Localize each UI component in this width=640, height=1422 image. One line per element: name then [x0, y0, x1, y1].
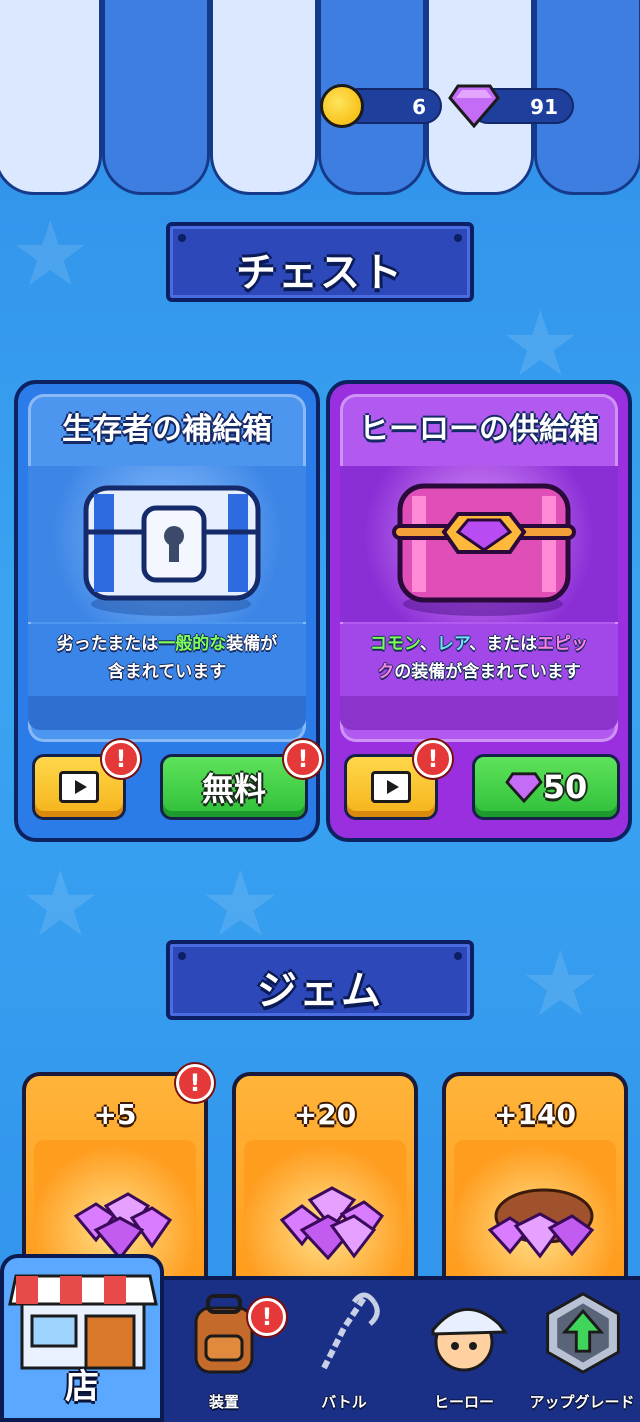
desc-text: 、: [419, 634, 437, 654]
gem-buy-button[interactable]: 50: [472, 754, 620, 820]
desc-highlight: ク: [377, 662, 395, 682]
card-footer-strip: [28, 696, 306, 730]
chest-art: [340, 466, 618, 622]
nav-tab-shop[interactable]: 店: [0, 1254, 164, 1422]
chest-art: [28, 466, 306, 622]
desc-highlight: コモン: [369, 634, 420, 654]
shop-icon: [8, 1274, 158, 1370]
nav-label: 店: [65, 1367, 99, 1407]
desc-text: 、または: [469, 634, 538, 654]
chests-section-title: チェスト: [166, 222, 474, 302]
star-decor-icon: ★: [520, 932, 601, 1037]
button-label: 50: [542, 768, 588, 806]
awning-stripe: [102, 0, 210, 195]
alert-badge: !: [414, 740, 452, 778]
purple-chest-icon: [392, 483, 576, 616]
gem-icon: [448, 84, 500, 128]
chest-description: 劣ったまたは一般的な装備が 含まれています: [28, 624, 306, 696]
gem-bag-icon: [487, 1188, 595, 1259]
desc-highlight: レア: [436, 634, 470, 654]
gem-icon: [505, 772, 543, 803]
awning-stripe: [210, 0, 318, 195]
hero-avatar-icon: [431, 1308, 508, 1372]
alert-badge: !: [248, 1298, 286, 1336]
desc-text: 装備が: [226, 634, 278, 654]
pack-amount: +20: [293, 1098, 357, 1131]
star-decor-icon: ★: [20, 852, 101, 957]
card-footer-strip: [340, 696, 618, 730]
chest-title: 生存者の補給箱: [62, 412, 272, 447]
gems-section-title: ジェム: [166, 940, 474, 1020]
gem-pile-icon: [279, 1186, 385, 1260]
alert-badge: !: [176, 1064, 214, 1102]
nav-label: アップグレード: [529, 1393, 635, 1411]
alert-badge: !: [284, 740, 322, 778]
gem-pile-icon: [73, 1192, 173, 1260]
pack-amount: +5: [93, 1098, 137, 1131]
nav-label: ヒーロー: [433, 1393, 494, 1411]
gem-pack-20[interactable]: +20: [232, 1072, 418, 1302]
desc-highlight: エピッ: [537, 634, 589, 654]
coin-count: 6: [412, 95, 426, 119]
gem-count: 91: [530, 95, 558, 119]
hero-chest-card[interactable]: ヒーローの供給箱 コモン、レア、またはエピッ クの装備が含まれています ! 50: [326, 380, 632, 842]
survivor-chest-card[interactable]: 生存者の補給箱 劣ったまたは一般的な装備が 含まれています ! 無料 !: [14, 380, 322, 842]
star-decor-icon: ★: [500, 292, 581, 397]
awning-stripe: [0, 0, 102, 195]
alert-badge: !: [102, 740, 140, 778]
nav-tab-upgrade[interactable]: アップグレード: [524, 1280, 640, 1422]
blue-chest-icon: [83, 485, 261, 616]
upgrade-arrow-icon: [546, 1292, 620, 1374]
video-icon: [59, 771, 99, 803]
nav-tab-hero[interactable]: ヒーロー: [404, 1280, 524, 1422]
desc-highlight: 一般的な: [158, 634, 227, 654]
chest-description: コモン、レア、またはエピッ クの装備が含まれています: [340, 624, 618, 696]
button-label: 無料: [201, 770, 266, 808]
section-title-text: チェスト: [236, 250, 404, 296]
nav-label: バトル: [321, 1393, 367, 1411]
coin-icon: [320, 84, 364, 128]
desc-text: 含まれています: [107, 662, 227, 682]
grapple-claw-icon: [321, 1292, 380, 1370]
desc-text: 劣ったまたは: [56, 634, 159, 654]
pack-amount: +140: [494, 1098, 576, 1131]
nav-label: 装置: [208, 1393, 239, 1411]
chest-title: ヒーローの供給箱: [359, 412, 599, 447]
nav-tab-equipment[interactable]: ! 装置: [164, 1280, 286, 1422]
star-decor-icon: ★: [200, 852, 281, 957]
nav-tab-battle[interactable]: バトル: [284, 1280, 404, 1422]
star-decor-icon: ★: [10, 202, 91, 307]
desc-text: の装備が含まれています: [394, 662, 581, 682]
gem-pack-140[interactable]: +140: [442, 1072, 628, 1302]
section-title-text: ジェム: [257, 968, 383, 1014]
video-icon: [371, 771, 411, 803]
